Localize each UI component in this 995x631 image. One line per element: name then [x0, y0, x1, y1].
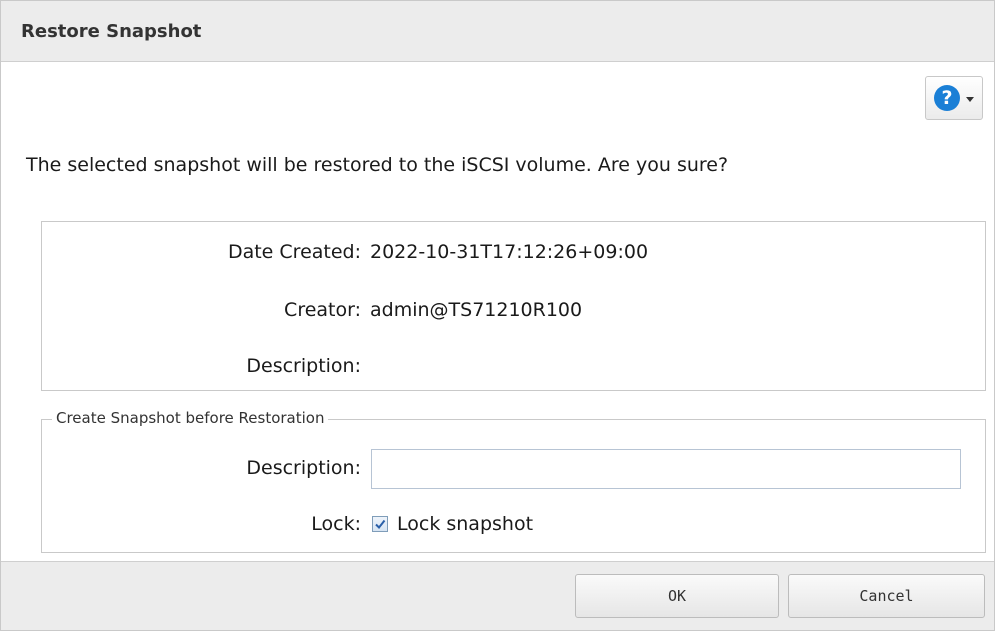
- help-button[interactable]: ?: [925, 76, 983, 120]
- dialog-footer: OK Cancel: [1, 561, 994, 630]
- creator-label: Creator:: [284, 299, 361, 321]
- create-snapshot-fieldset: Create Snapshot before Restoration Descr…: [41, 409, 986, 553]
- description-input[interactable]: [371, 449, 961, 489]
- snapshot-info-panel: Date Created: 2022-10-31T17:12:26+09:00 …: [41, 221, 986, 391]
- chevron-down-icon: [966, 96, 974, 102]
- restore-snapshot-dialog: Restore Snapshot ? The selected snapshot…: [0, 0, 995, 631]
- new-description-label: Description:: [246, 457, 361, 479]
- description-row: Description:: [42, 352, 985, 380]
- date-created-row: Date Created: 2022-10-31T17:12:26+09:00: [42, 238, 985, 266]
- question-circle-icon: ?: [934, 85, 960, 111]
- cancel-button[interactable]: Cancel: [788, 574, 985, 618]
- lock-snapshot-checkbox[interactable]: [372, 516, 388, 532]
- date-created-label: Date Created:: [227, 241, 361, 263]
- checkmark-icon: [375, 519, 386, 530]
- creator-row: Creator: admin@TS71210R100: [42, 296, 985, 324]
- ok-button[interactable]: OK: [575, 574, 779, 618]
- dialog-title: Restore Snapshot: [21, 21, 202, 42]
- description-label: Description:: [246, 355, 361, 377]
- dialog-titlebar: Restore Snapshot: [1, 1, 994, 62]
- confirmation-message: The selected snapshot will be restored t…: [26, 154, 729, 176]
- fieldset-legend: Create Snapshot before Restoration: [52, 409, 329, 427]
- lock-row: Lock: Lock snapshot: [42, 510, 985, 538]
- lock-snapshot-label[interactable]: Lock snapshot: [397, 510, 533, 538]
- lock-label: Lock:: [311, 513, 361, 535]
- creator-value: admin@TS71210R100: [370, 299, 583, 321]
- date-created-value: 2022-10-31T17:12:26+09:00: [370, 241, 649, 263]
